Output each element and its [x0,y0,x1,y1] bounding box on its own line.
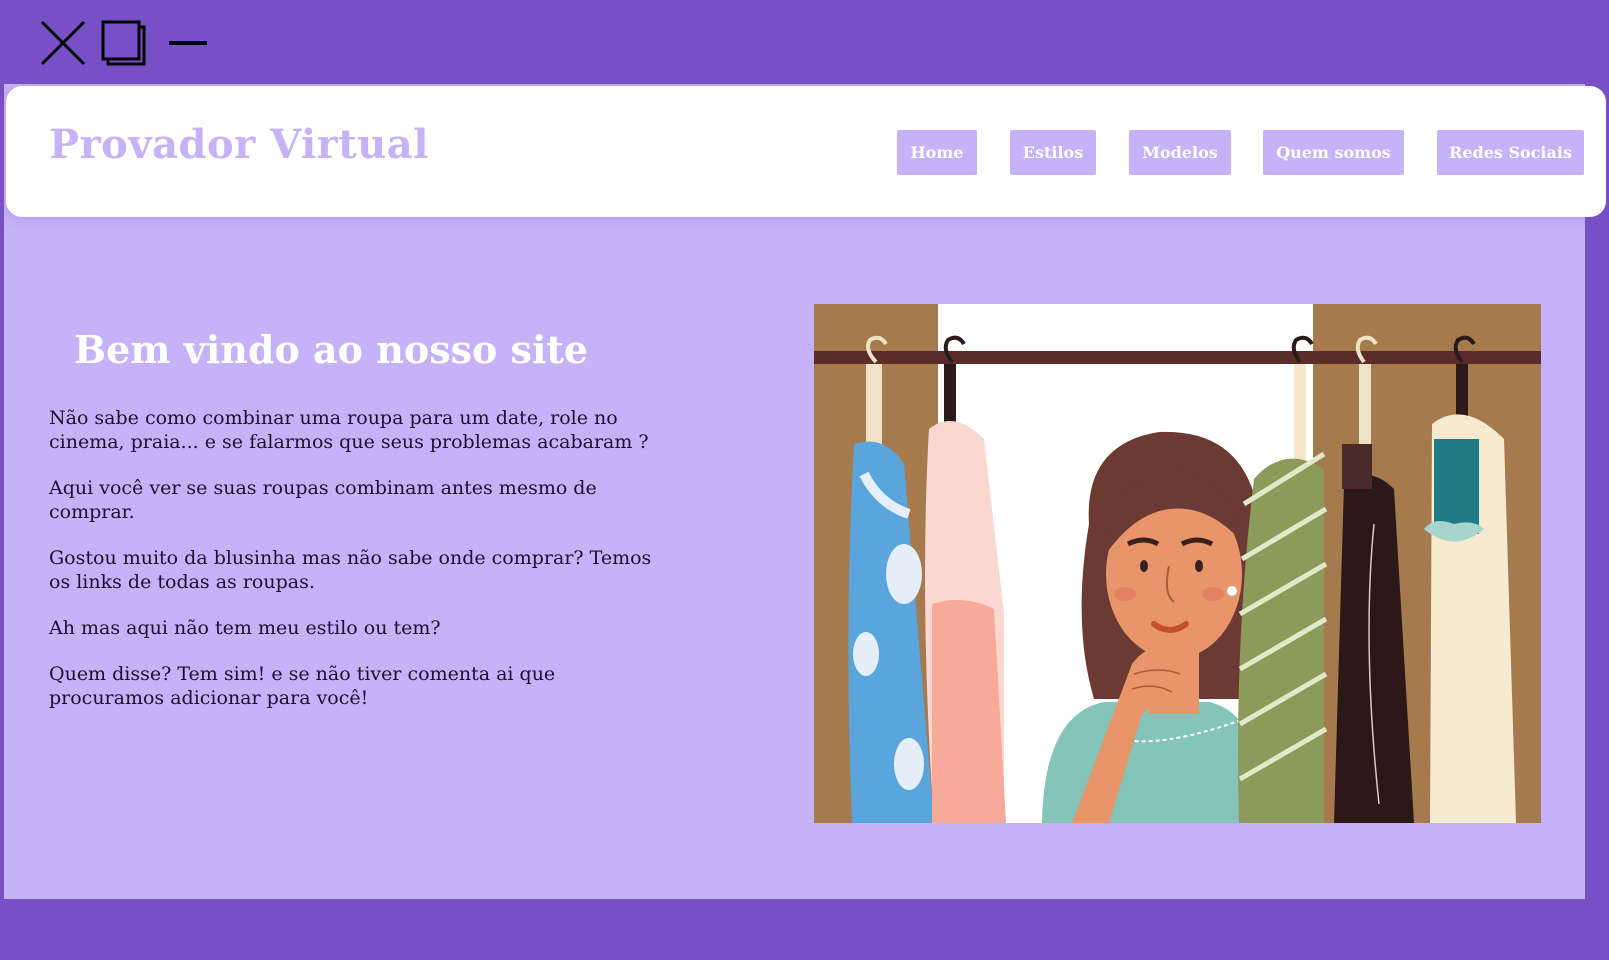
nav-redes-sociais-button[interactable]: Redes Sociais [1437,130,1584,175]
hero-paragraph: Quem disse? Tem sim! e se não tiver come… [49,663,556,709]
main-nav: Home Estilos Modelos Quem somos Redes So… [6,130,1606,175]
minimize-icon[interactable] [168,20,214,66]
hero-paragraph: Não sabe como combinar uma roupa para um… [49,407,649,453]
hero-paragraph: Ah mas aqui não tem meu estilo ou tem? [49,617,441,639]
nav-home-button[interactable]: Home [897,130,977,175]
nav-quem-somos-button[interactable]: Quem somos [1263,130,1404,175]
hero-title: Bem vindo ao nosso site [74,327,589,372]
window-bottom-strip [0,899,1609,960]
maximize-icon[interactable] [101,20,147,66]
nav-modelos-button[interactable]: Modelos [1129,130,1231,175]
nav-estilos-button[interactable]: Estilos [1010,130,1096,175]
hero-paragraph: Gostou muito da blusinha mas não sabe on… [49,547,652,593]
hero-paragraph: Aqui você ver se suas roupas combinam an… [49,477,597,523]
site-header: Provador Virtual Home Estilos Modelos Qu… [6,86,1606,217]
window-titlebar [0,0,1609,84]
wardrobe-illustration [814,304,1541,823]
close-icon[interactable] [40,20,86,66]
